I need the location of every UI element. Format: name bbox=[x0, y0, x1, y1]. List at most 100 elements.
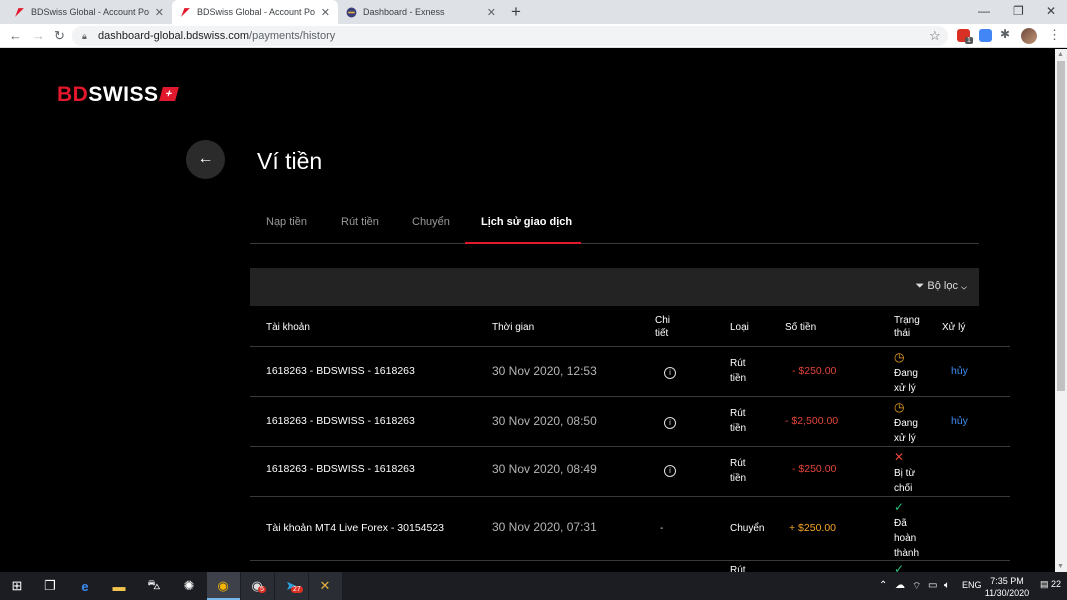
browser-tab-title: BDSwiss Global - Account Portal bbox=[197, 7, 315, 17]
clock-icon: ◷ bbox=[894, 400, 905, 414]
scroll-up-icon[interactable]: ▲ bbox=[1057, 51, 1064, 58]
page-scrollbar[interactable]: ▲ ▼ bbox=[1055, 49, 1067, 572]
windows-start-icon[interactable]: ⊞ bbox=[8, 577, 26, 595]
close-tab-icon[interactable]: ✕ bbox=[155, 6, 164, 19]
header-status-1: Trạng bbox=[894, 315, 920, 326]
row-amount: - $250.00 bbox=[792, 365, 837, 377]
reload-icon[interactable]: ↻ bbox=[54, 28, 65, 44]
header-status: Trạng thái bbox=[894, 314, 920, 340]
cloud-icon[interactable]: ☁ bbox=[895, 580, 905, 591]
row-status-1: Bị từ bbox=[894, 468, 916, 479]
close-tab-icon[interactable]: ✕ bbox=[321, 6, 330, 19]
lock-icon: 🔒︎ bbox=[82, 31, 87, 41]
page-title: Ví tiền bbox=[257, 148, 323, 174]
filter-button[interactable]: ⏷ Bộ lọc ⌄ bbox=[916, 280, 967, 293]
browser-tab-bdswiss-1[interactable]: BDSwiss Global - Account Portal ✕ bbox=[6, 0, 172, 24]
row-status: ◷ Đang xử lý bbox=[894, 350, 918, 396]
edge-icon[interactable]: e bbox=[76, 577, 94, 595]
forward-arrow-icon[interactable]: → bbox=[32, 28, 45, 43]
info-icon[interactable]: i bbox=[664, 367, 676, 379]
app-icon[interactable]: ✺ bbox=[180, 577, 198, 595]
bdswiss-favicon bbox=[181, 7, 190, 17]
row-status: ◷ Đang xử lý bbox=[894, 400, 918, 446]
tab-transfer[interactable]: Chuyển bbox=[412, 216, 450, 228]
header-amount: Số tiền bbox=[785, 322, 817, 333]
new-tab-icon[interactable]: + bbox=[511, 2, 521, 22]
menu-icon[interactable]: ⋮ bbox=[1048, 27, 1061, 43]
row-account: Tài khoản MT4 Live Forex - 30154523 bbox=[266, 522, 445, 534]
funnel-icon: ⏷ bbox=[915, 280, 925, 292]
language-indicator[interactable]: ENG bbox=[962, 580, 982, 590]
info-icon[interactable]: i bbox=[664, 417, 676, 429]
back-arrow-icon[interactable]: ← bbox=[9, 28, 22, 43]
row-account: 1618263 - BDSWISS - 1618263 bbox=[266, 365, 415, 377]
bdswiss-logo[interactable]: BDSWISS + bbox=[57, 83, 179, 107]
restore-icon[interactable]: ❐ bbox=[1013, 4, 1024, 18]
checkmark-icon: ✓ bbox=[894, 500, 905, 514]
row-status: ✕ Bị từ chối bbox=[894, 450, 915, 496]
bdswiss-favicon bbox=[15, 7, 24, 17]
logo-flag-icon: + bbox=[158, 87, 179, 101]
chrome-profile-taskbar-item[interactable]: ◉ 5 bbox=[241, 572, 274, 600]
back-button[interactable]: ← bbox=[186, 140, 225, 179]
table-row: Rút ✓ bbox=[250, 561, 1010, 572]
cancel-link[interactable]: hủy bbox=[951, 364, 968, 379]
row-status-2: hoàn bbox=[894, 533, 917, 544]
filter-label: Bộ lọc bbox=[927, 280, 958, 292]
row-type-2: tiền bbox=[730, 423, 747, 434]
scrollbar-thumb[interactable] bbox=[1057, 61, 1065, 391]
cancel-link[interactable]: hủy bbox=[951, 414, 968, 429]
browser-tab-exness[interactable]: Dashboard - Exness ✕ bbox=[338, 0, 504, 24]
row-status-1: Đã bbox=[894, 518, 907, 529]
puzzle-extensions-icon[interactable]: ✱ bbox=[1000, 27, 1013, 41]
row-type-1: Rút bbox=[730, 458, 746, 469]
tab-withdraw[interactable]: Rút tiền bbox=[341, 216, 379, 228]
bookmark-star-icon[interactable]: ☆ bbox=[929, 28, 941, 44]
address-bar[interactable]: 🔒︎ dashboard-global.bdswiss.com/payments… bbox=[72, 26, 948, 46]
table-row: 1618263 - BDSWISS - 1618263 30 Nov 2020,… bbox=[250, 447, 1010, 497]
chrome-taskbar-item[interactable]: ◉ bbox=[207, 572, 240, 600]
tab-deposit[interactable]: Nạp tiền bbox=[266, 216, 307, 228]
row-status-2: xử lý bbox=[894, 433, 916, 444]
store-icon[interactable]: ⛍ bbox=[145, 577, 163, 595]
table-row: 1618263 - BDSWISS - 1618263 30 Nov 2020,… bbox=[250, 347, 1010, 397]
header-time: Thời gian bbox=[492, 322, 535, 333]
row-time: 30 Nov 2020, 08:50 bbox=[492, 414, 597, 428]
header-type: Loại bbox=[730, 322, 749, 333]
chevron-up-icon[interactable]: ⌃ bbox=[879, 580, 887, 591]
info-icon[interactable]: i bbox=[664, 465, 676, 477]
row-status-3: thành bbox=[894, 548, 920, 559]
exness-taskbar-item[interactable]: ✕ bbox=[309, 572, 342, 600]
minimize-icon[interactable]: — bbox=[978, 4, 990, 18]
tab-history[interactable]: Lịch sử giao dịch bbox=[481, 216, 572, 228]
notification-center-icon[interactable]: ▤ 22 bbox=[1040, 579, 1061, 590]
close-window-icon[interactable]: ✕ bbox=[1046, 4, 1056, 18]
browser-tab-bdswiss-2[interactable]: BDSwiss Global - Account Portal ✕ bbox=[172, 0, 338, 24]
browser-toolbar: ← → ↻ 🔒︎ dashboard-global.bdswiss.com/pa… bbox=[0, 24, 1067, 48]
url-host: dashboard-global.bdswiss.com bbox=[98, 30, 250, 42]
scroll-down-icon[interactable]: ▼ bbox=[1057, 563, 1064, 570]
row-type-1: Rút bbox=[730, 408, 746, 419]
row-type: Rút bbox=[730, 565, 746, 572]
wifi-icon[interactable]: ⌔ bbox=[912, 580, 921, 593]
table-header: Tài khoản Thời gian Chi tiết Loại Số tiền… bbox=[250, 306, 1010, 347]
x-icon: ✕ bbox=[894, 450, 905, 464]
battery-icon[interactable]: ▭ bbox=[928, 580, 937, 591]
arrow-left-icon: ← bbox=[197, 150, 214, 167]
translate-icon[interactable] bbox=[979, 29, 992, 42]
windows-taskbar: ⊞ ❐ e ▬ ⛍ ✺ ◉ ◉ 5 ➤ 27 ✕ ⌃ ☁ ⌔ ▭ 🔈︎ ENG … bbox=[0, 572, 1067, 600]
volume-icon[interactable]: 🔈︎ bbox=[944, 580, 950, 591]
taskbar-clock[interactable]: 7:35 PM 11/30/2020 bbox=[982, 575, 1032, 599]
table-row: 1618263 - BDSWISS - 1618263 30 Nov 2020,… bbox=[250, 397, 1010, 447]
row-status: ✓ bbox=[894, 562, 904, 572]
url-path: /payments/history bbox=[249, 30, 336, 42]
profile-avatar[interactable] bbox=[1021, 28, 1037, 44]
file-explorer-icon[interactable]: ▬ bbox=[110, 577, 128, 595]
task-view-icon[interactable]: ❐ bbox=[41, 577, 59, 595]
row-status: ✓ Đã hoàn thành bbox=[894, 500, 919, 561]
header-action: Xử lý bbox=[942, 322, 966, 333]
telegram-taskbar-item[interactable]: ➤ 27 bbox=[275, 572, 308, 600]
filter-bar: ⏷ Bộ lọc ⌄ bbox=[250, 268, 979, 306]
active-tab-indicator bbox=[465, 242, 581, 244]
close-tab-icon[interactable]: ✕ bbox=[487, 6, 496, 19]
